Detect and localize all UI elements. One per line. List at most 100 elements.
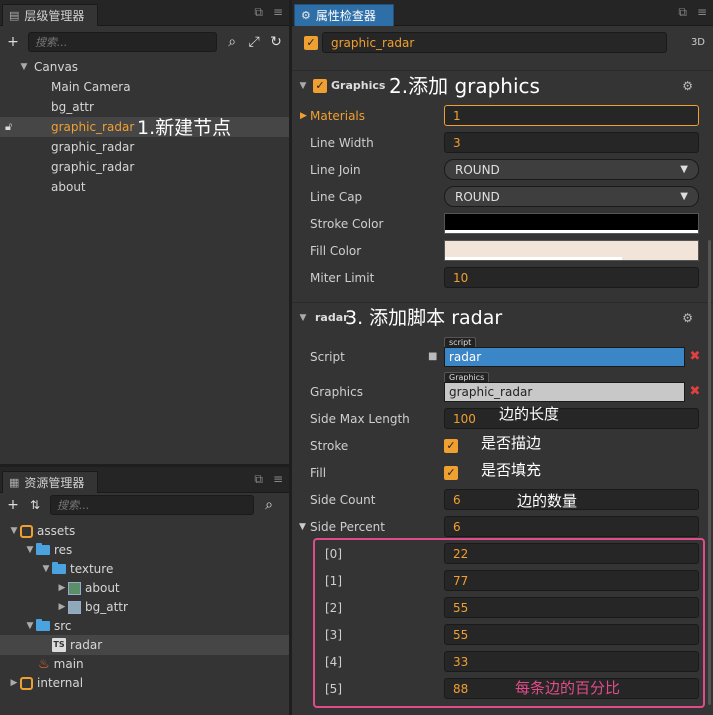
- maximize-icon[interactable]: ⧉: [254, 472, 263, 487]
- percent-item-row: [4] 33: [292, 648, 713, 675]
- line-join-select[interactable]: ROUND ▼: [444, 159, 699, 180]
- assets-toolbar: + ⇅ 搜索... ⌕: [0, 491, 289, 519]
- tree-node-texture[interactable]: ▼ texture: [0, 559, 289, 579]
- inspector-tab[interactable]: ⚙ 属性检查器: [294, 4, 394, 26]
- collapse-icon[interactable]: ▼: [297, 81, 309, 91]
- scene-icon: ♨: [38, 656, 50, 672]
- tree-node-radar[interactable]: TS radar: [0, 635, 289, 655]
- percent-item-input[interactable]: 55: [444, 597, 699, 618]
- expand-arrow-icon[interactable]: ▼: [18, 62, 30, 72]
- stroke-checkbox[interactable]: ✓: [444, 438, 458, 453]
- percent-item-row: [0] 22: [292, 540, 713, 567]
- side-percent-count-input[interactable]: 6: [444, 516, 699, 537]
- tree-node[interactable]: about: [0, 177, 289, 197]
- search-icon[interactable]: ⌕: [262, 497, 276, 513]
- settings-gear-icon[interactable]: ⚙: [682, 79, 693, 93]
- script-row: Script ■ script radar ✖: [292, 337, 713, 370]
- add-icon[interactable]: +: [6, 34, 20, 50]
- settings-gear-icon[interactable]: ⚙: [682, 311, 693, 325]
- expand-arrow-icon[interactable]: ▼: [8, 526, 20, 536]
- expand-arrow-icon[interactable]: ▼: [40, 564, 52, 574]
- tree-node-canvas[interactable]: ▼ Canvas: [0, 57, 289, 77]
- side-max-length-label: Side Max Length: [310, 411, 410, 426]
- side-count-label: Side Count: [310, 492, 376, 507]
- tree-node-src[interactable]: ▼ src: [0, 616, 289, 636]
- percent-item-row: [3] 55: [292, 621, 713, 648]
- graphics-field[interactable]: graphic_radar ✖: [444, 381, 705, 402]
- expand-arrow-icon[interactable]: ▼: [299, 522, 306, 532]
- menu-icon[interactable]: ≡: [273, 5, 283, 20]
- radar-section-title: radar: [315, 311, 349, 324]
- expand-arrow-icon[interactable]: ▶: [300, 111, 307, 121]
- tree-node-assets[interactable]: ▼ assets: [0, 521, 289, 541]
- menu-icon[interactable]: ≡: [273, 472, 283, 487]
- maximize-icon[interactable]: ⧉: [254, 5, 263, 20]
- side-max-length-input[interactable]: 100: [444, 408, 699, 429]
- add-icon[interactable]: +: [6, 497, 20, 513]
- tree-node-internal[interactable]: ▶ internal: [0, 673, 289, 693]
- percent-item-input[interactable]: 55: [444, 624, 699, 645]
- node-label: graphic_radar: [51, 160, 135, 174]
- miter-limit-input[interactable]: 10: [444, 267, 699, 288]
- clear-icon[interactable]: ✖: [685, 384, 705, 399]
- fill-checkbox[interactable]: ✓: [444, 465, 458, 480]
- materials-input[interactable]: 1: [444, 105, 699, 126]
- annotation-side-percent: 每条边的百分比: [515, 679, 621, 697]
- tree-node[interactable]: graphic_radar: [0, 157, 289, 177]
- menu-icon[interactable]: ≡: [697, 5, 707, 20]
- clear-icon[interactable]: ✖: [685, 349, 705, 364]
- graphics-type-tag: Graphics: [444, 372, 490, 382]
- maximize-icon[interactable]: ⧉: [678, 5, 687, 20]
- collapse-arrow-icon[interactable]: ▶: [56, 602, 68, 612]
- percent-item-row: [2] 55: [292, 594, 713, 621]
- tree-node[interactable]: Main Camera: [0, 77, 289, 97]
- assets-tab[interactable]: ▦ 资源管理器: [2, 471, 98, 493]
- hierarchy-tab-tools: ⧉ ≡: [254, 5, 283, 20]
- expand-arrow-icon[interactable]: ▼: [24, 545, 36, 555]
- assets-search-input[interactable]: 搜索...: [50, 495, 254, 515]
- expand-icon[interactable]: ⤢: [247, 34, 261, 50]
- lock-icon[interactable]: 🔓︎: [5, 120, 12, 134]
- annotation-add-graphics: 2.添加 graphics: [389, 74, 540, 98]
- line-join-row: Line Join ROUND ▼: [292, 156, 713, 183]
- percent-item-input[interactable]: 77: [444, 570, 699, 591]
- sort-icon[interactable]: ⇅: [28, 498, 42, 512]
- node-label: Main Camera: [51, 80, 131, 94]
- tree-node-main[interactable]: ♨ main: [0, 654, 289, 674]
- hierarchy-toolbar: + 搜索... ⌕ ⤢ ↻: [0, 28, 289, 56]
- node-name-input[interactable]: graphic_radar: [322, 32, 667, 53]
- fill-color-picker[interactable]: [444, 240, 699, 261]
- tree-node-bg-attr[interactable]: ▶ bg_attr: [0, 597, 289, 617]
- assets-db-icon: [20, 524, 33, 538]
- script-field[interactable]: radar ✖: [444, 346, 705, 367]
- hierarchy-tab-label: 层级管理器: [24, 9, 85, 23]
- percent-item-input[interactable]: 22: [444, 543, 699, 564]
- tree-node-about[interactable]: ▶ about: [0, 578, 289, 598]
- 3d-toggle[interactable]: 3D: [691, 37, 705, 48]
- side-count-row: Side Count 6: [292, 486, 713, 513]
- node-label: Canvas: [34, 60, 79, 74]
- node-active-checkbox[interactable]: ✓: [304, 35, 318, 50]
- graphics-enabled-checkbox[interactable]: ✓: [313, 78, 327, 93]
- scrollbar[interactable]: [708, 240, 711, 705]
- tree-node[interactable]: graphic_radar: [0, 137, 289, 157]
- node-label: res: [54, 543, 73, 557]
- collapse-arrow-icon[interactable]: ▶: [56, 583, 68, 593]
- refresh-icon[interactable]: ↻: [269, 34, 283, 50]
- hierarchy-tab[interactable]: ▤ 层级管理器: [2, 4, 98, 26]
- node-label: texture: [70, 562, 114, 576]
- stroke-color-picker[interactable]: [444, 213, 699, 234]
- collapse-arrow-icon[interactable]: ▶: [8, 678, 20, 688]
- line-cap-select[interactable]: ROUND ▼: [444, 186, 699, 207]
- line-width-input[interactable]: 3: [444, 132, 699, 153]
- collapse-icon[interactable]: ▼: [297, 313, 309, 323]
- percent-item-input[interactable]: 33: [444, 651, 699, 672]
- annotation-side-length: 边的长度: [499, 405, 560, 423]
- hierarchy-search-input[interactable]: 搜索...: [27, 32, 218, 52]
- expand-arrow-icon[interactable]: ▼: [24, 621, 36, 631]
- tree-node-res[interactable]: ▼ res: [0, 540, 289, 560]
- search-icon[interactable]: ⌕: [225, 34, 239, 50]
- materials-label: Materials: [310, 108, 366, 123]
- line-width-label: Line Width: [310, 135, 374, 150]
- hierarchy-panel: ▤ 层级管理器 ⧉ ≡ + 搜索... ⌕ ⤢ ↻ ▼ Canvas Main …: [0, 0, 289, 464]
